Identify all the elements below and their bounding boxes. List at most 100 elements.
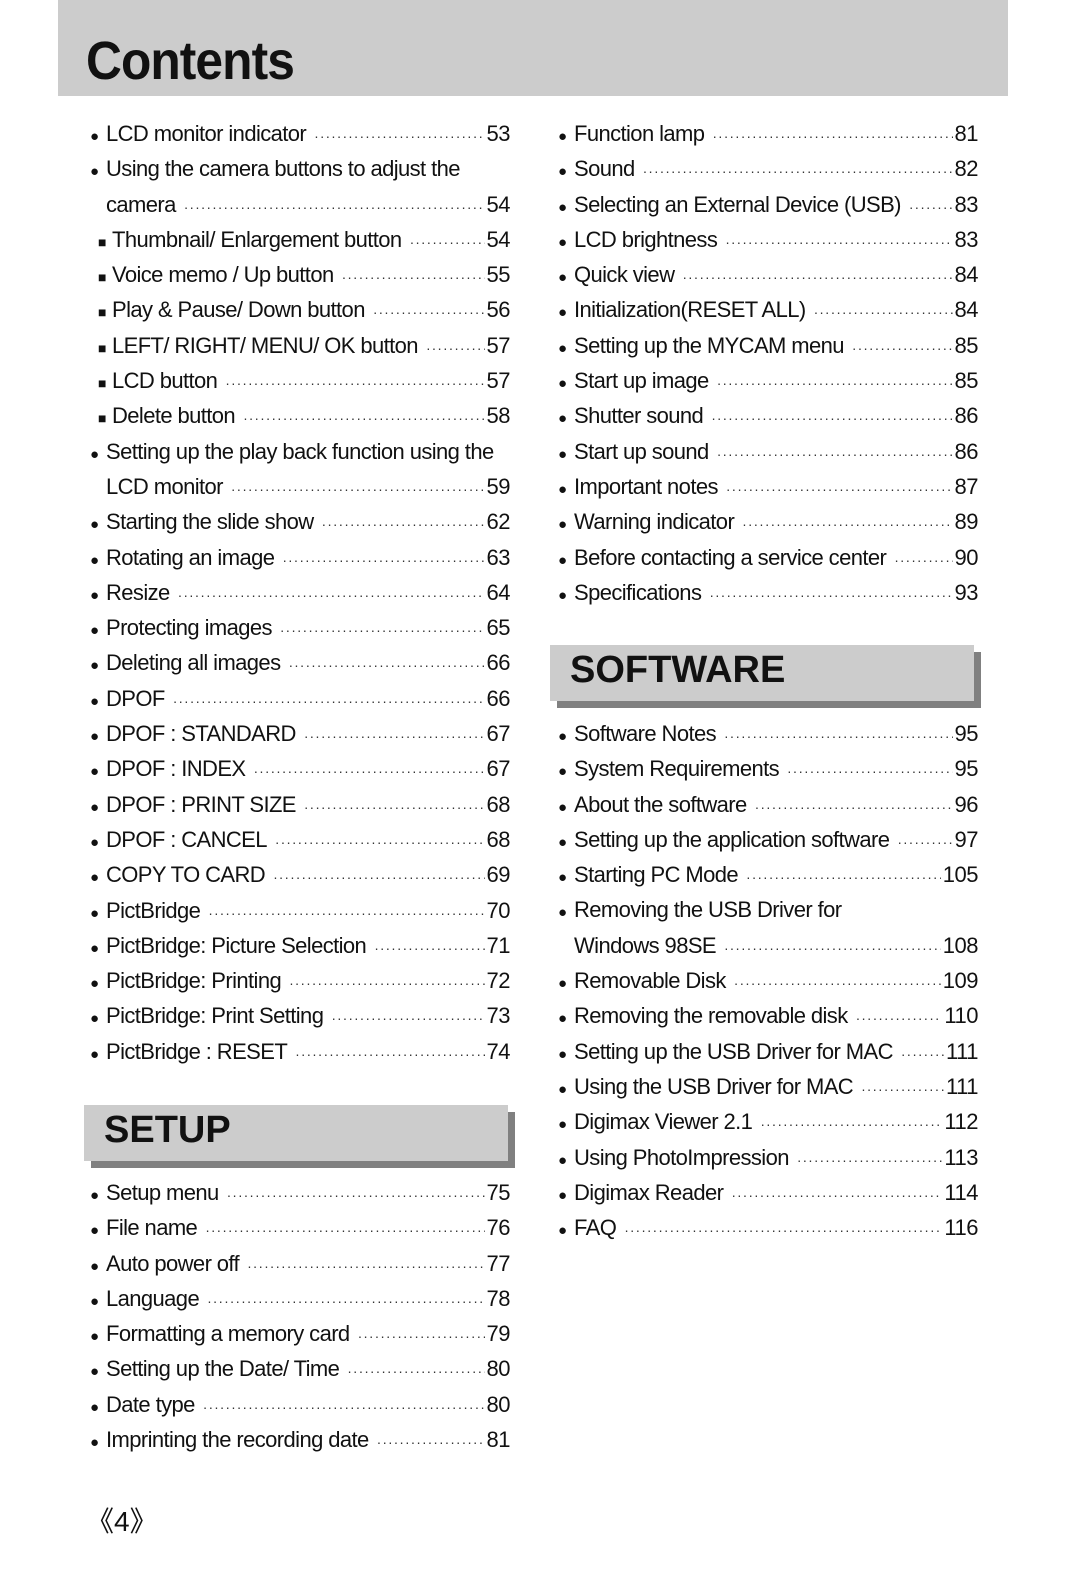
toc-entry[interactable]: ● DPOF : STANDARD 67 [90,721,511,756]
toc-entry[interactable]: ● Shutter sound 86 [558,403,979,438]
toc-entry[interactable]: camera 54 [90,192,511,227]
toc-entry-label: PictBridge: Print Setting [106,1003,324,1029]
dot-leader [643,163,953,179]
toc-entry[interactable]: ● PictBridge : RESET 74 [90,1039,511,1074]
round-bullet-icon: ● [558,516,568,534]
toc-entry[interactable]: ● Start up image 85 [558,368,979,403]
toc-entry[interactable]: ● Date type 80 [90,1392,511,1427]
toc-entry[interactable]: ● Using PhotoImpression 113 [558,1145,978,1180]
toc-entry-page: 77 [486,1250,511,1276]
toc-entry[interactable]: ● Rotating an image 63 [90,545,511,580]
toc-entry-page: 75 [486,1180,511,1205]
toc-entry[interactable]: ● Start up sound 86 [558,439,979,474]
toc-entry[interactable]: ■ LEFT/ RIGHT/ MENU/ OK button 57 [90,332,511,368]
toc-entry[interactable]: ● Quick view 84 [558,262,979,297]
toc-entry[interactable]: ● DPOF : CANCEL 68 [90,827,511,862]
toc-entry[interactable]: LCD monitor 59 [90,474,511,509]
toc-entry[interactable]: ● LCD brightness 83 [558,227,979,262]
dot-leader [275,834,485,850]
toc-entry[interactable]: Windows 98SE 108 [558,933,979,968]
toc-entry-page: 85 [954,332,979,358]
toc-entry[interactable]: ● Starting the slide show 62 [90,509,511,544]
toc-entry-label: FAQ [574,1215,617,1241]
toc-entry[interactable]: ● Sound 82 [558,156,979,191]
round-bullet-icon: ● [558,869,568,887]
toc-entry[interactable]: ● Digimax Reader 114 [558,1180,978,1215]
toc-entry[interactable]: ● FAQ 116 [558,1215,978,1250]
toc-entry[interactable]: ● DPOF : INDEX 67 [90,756,511,791]
round-bullet-icon: ● [90,692,100,710]
toc-entry[interactable]: ● DPOF : PRINT SIZE 68 [90,792,511,827]
toc-entry[interactable]: ● Function lamp 81 [558,121,979,156]
toc-entry[interactable]: ● PictBridge: Picture Selection 71 [90,932,511,968]
toc-entry-page: 96 [954,791,979,817]
toc-entry[interactable]: ● File name 76 [90,1215,511,1250]
dot-leader [709,587,952,603]
toc-entry[interactable]: ● Starting PC Mode 105 [558,862,979,897]
toc-entry-label: LEFT/ RIGHT/ MENU/ OK button [112,332,419,358]
dot-leader [725,234,952,250]
toc-entry-label: PictBridge: Picture Selection [106,932,367,958]
toc-entry[interactable]: ● Removing the removable disk 110 [558,1003,978,1038]
round-bullet-icon: ● [558,339,568,357]
dot-leader [724,728,953,744]
toc-entry[interactable]: ● Setting up the MYCAM menu 85 [558,332,979,368]
toc-entry[interactable]: ● Setting up the play back function using… [90,439,510,474]
toc-entry[interactable]: ● Formatting a memory card 79 [90,1321,511,1356]
round-bullet-icon: ● [90,657,100,675]
toc-setup-list: ● Setup menu 75 ● File name 76 ● Auto power off… [90,1180,511,1462]
toc-entry[interactable]: ● Deleting all images 66 [90,650,511,685]
toc-entry[interactable]: ■ Delete button 58 [90,403,511,438]
toc-entry[interactable]: ● COPY TO CARD 69 [90,862,511,897]
toc-entry[interactable]: ● Setting up the USB Driver for MAC 111 [558,1039,978,1074]
toc-entry[interactable]: ● Initialization(RESET ALL) 84 [558,297,979,332]
round-bullet-icon: ● [90,1328,100,1346]
toc-entry[interactable]: ● PictBridge: Printing 72 [90,968,511,1003]
toc-entry[interactable]: ● Software Notes 95 [558,721,979,756]
toc-entry[interactable]: ● Setting up the Date/ Time 80 [90,1356,511,1391]
toc-entry[interactable]: ● Specifications 93 [558,580,979,615]
round-bullet-icon: ● [558,1045,568,1063]
toc-entry[interactable]: ■ Voice memo / Up button 55 [90,262,511,297]
round-bullet-icon: ● [558,763,568,781]
toc-entry[interactable]: ● About the software 96 [558,791,979,827]
toc-entry[interactable]: ● Protecting images 65 [90,615,511,650]
toc-entry-label: System Requirements [574,756,780,782]
dot-leader [746,869,941,885]
toc-entry[interactable]: ● PictBridge 70 [90,898,511,933]
round-bullet-icon: ● [558,586,568,604]
dot-leader [227,1187,485,1203]
toc-entry[interactable]: ■ Play & Pause/ Down button 56 [90,297,511,332]
toc-entry[interactable]: ● PictBridge: Print Setting 73 [90,1003,511,1038]
toc-entry[interactable]: ● Important notes 87 [558,474,979,509]
toc-entry-page: 95 [954,721,979,746]
toc-entry[interactable]: ● Removing the USB Driver for [558,897,978,932]
toc-entry[interactable]: ● Language 78 [90,1286,511,1321]
toc-entry[interactable]: ● DPOF 66 [90,686,511,721]
toc-entry[interactable]: ● Imprinting the recording date 81 [90,1427,511,1462]
toc-entry[interactable]: ● Selecting an External Device (USB) 83 [558,192,979,227]
toc-entry[interactable]: ● Before contacting a service center 90 [558,545,979,580]
toc-entry[interactable]: ● Using the USB Driver for MAC 111 [558,1074,978,1109]
toc-entry[interactable]: ● Setup menu 75 [90,1180,511,1215]
toc-entry-label: Warning indicator [574,509,735,535]
toc-entry[interactable]: ● Resize 64 [90,580,511,615]
toc-entry[interactable]: ● Setting up the application software 97 [558,826,979,862]
round-bullet-icon: ● [90,1363,100,1381]
toc-entry[interactable]: ■ Thumbnail/ Enlargement button 54 [90,227,511,262]
toc-entry[interactable]: ● Removable Disk 109 [558,968,979,1003]
dot-leader [373,304,485,320]
toc-entry[interactable]: ● System Requirements 95 [558,756,979,791]
toc-right-column: ● Function lamp 81 ● Sound 82 ● Selecting an Ex… [558,121,979,615]
toc-entry[interactable]: ● LCD monitor indicator 53 [90,121,511,156]
toc-entry[interactable]: ● Auto power off 77 [90,1250,511,1286]
toc-entry-label: LCD monitor indicator [106,121,307,146]
dot-leader [797,1152,943,1168]
toc-entry[interactable]: ■ LCD button 57 [90,368,511,403]
round-bullet-icon: ● [558,233,568,251]
toc-entry-page: 84 [954,262,979,288]
toc-entry[interactable]: ● Warning indicator 89 [558,509,979,544]
toc-entry[interactable]: ● Using the camera buttons to adjust the [90,156,510,191]
toc-entry-page: 97 [954,826,979,852]
toc-entry[interactable]: ● Digimax Viewer 2.1 112 [558,1109,978,1144]
